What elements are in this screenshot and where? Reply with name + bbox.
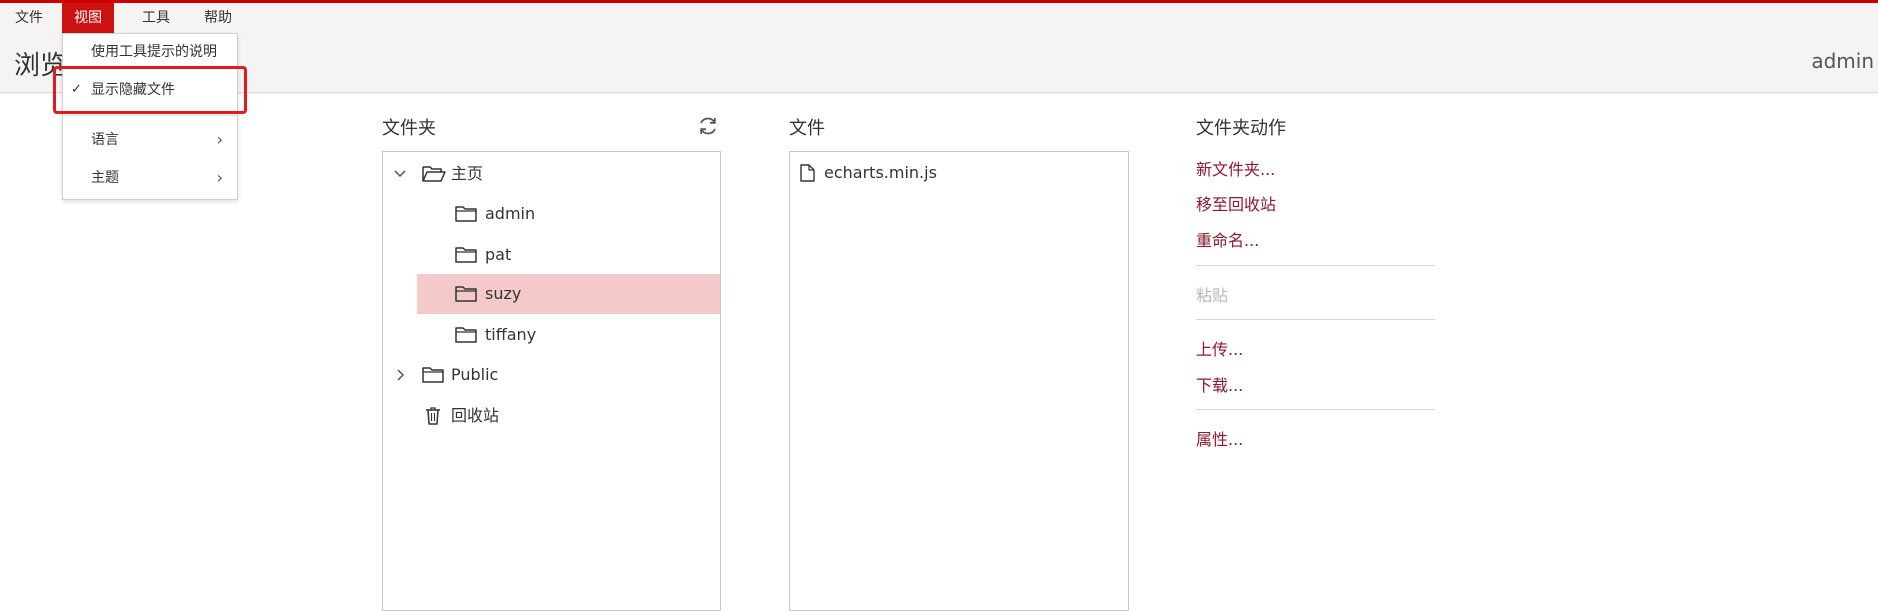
- chevron-down-icon[interactable]: [394, 169, 406, 179]
- menu-item-tooltip-help[interactable]: 使用工具提示的说明: [63, 35, 237, 69]
- tree-item-public[interactable]: Public: [383, 355, 720, 395]
- chevron-right-icon[interactable]: [396, 369, 404, 381]
- folder-tree: 主页 admin pat suzy tiffany Public 回收站: [382, 151, 721, 611]
- tree-item-label: suzy: [485, 284, 522, 303]
- tree-item-tiffany[interactable]: tiffany: [417, 315, 720, 355]
- menu-file[interactable]: 文件: [3, 3, 55, 33]
- action-move-to-trash[interactable]: 移至回收站: [1196, 191, 1276, 215]
- chevron-right-icon: ›: [216, 168, 223, 187]
- action-divider: [1196, 319, 1435, 320]
- tree-item-trash[interactable]: 回收站: [383, 396, 720, 436]
- trash-icon: [426, 407, 440, 425]
- folders-panel-title: 文件夹: [382, 118, 436, 139]
- user-menu[interactable]: admin: [1811, 49, 1874, 73]
- action-upload[interactable]: 上传...: [1196, 336, 1243, 360]
- action-new-folder[interactable]: 新文件夹...: [1196, 156, 1275, 180]
- menu-item-label: 使用工具提示的说明: [91, 44, 217, 60]
- files-panel-title: 文件: [789, 118, 825, 139]
- tree-item-label: tiffany: [485, 325, 537, 344]
- folder-icon: [455, 206, 477, 222]
- tree-item-label: 主页: [451, 164, 484, 183]
- menubar: 文件 视图 工具 帮助: [0, 3, 1878, 33]
- folder-icon: [455, 247, 477, 263]
- menu-help[interactable]: 帮助: [192, 3, 244, 33]
- tree-item-label: Public: [451, 365, 499, 384]
- tree-item-home[interactable]: 主页: [383, 154, 720, 194]
- action-properties[interactable]: 属性...: [1196, 426, 1243, 450]
- file-list: [789, 151, 1129, 611]
- tree-item-label: 回收站: [451, 406, 500, 425]
- action-rename[interactable]: 重命名...: [1196, 227, 1259, 251]
- tree-item-pat[interactable]: pat: [417, 235, 720, 275]
- tree-item-label: pat: [485, 245, 512, 264]
- folder-open-icon: [422, 166, 446, 182]
- file-icon: [800, 164, 815, 182]
- menu-item-theme[interactable]: 主题 ›: [63, 161, 237, 195]
- file-name: echarts.min.js: [824, 163, 937, 182]
- view-dropdown-menu: 使用工具提示的说明 ✓ 显示隐藏文件 语言 › 主题 ›: [62, 33, 238, 200]
- chevron-right-icon: ›: [216, 130, 223, 149]
- action-divider: [1196, 409, 1435, 410]
- action-paste: 粘贴: [1196, 286, 1229, 305]
- highlight-annotation-box: [53, 66, 247, 114]
- action-download[interactable]: 下载...: [1196, 372, 1243, 396]
- folder-icon: [422, 367, 444, 383]
- menu-item-language[interactable]: 语言 ›: [63, 123, 237, 157]
- tree-item-label: admin: [485, 204, 536, 223]
- tree-item-suzy[interactable]: suzy: [417, 274, 720, 314]
- menu-item-label: 语言: [91, 132, 119, 148]
- refresh-icon[interactable]: [697, 115, 719, 137]
- action-divider: [1196, 265, 1435, 266]
- menu-item-label: 主题: [91, 170, 119, 186]
- folder-icon: [455, 286, 477, 302]
- actions-panel-title: 文件夹动作: [1196, 118, 1286, 139]
- tree-item-admin[interactable]: admin: [417, 194, 720, 234]
- menu-tools[interactable]: 工具: [130, 3, 182, 33]
- page-header: 浏览 admin: [0, 33, 1878, 93]
- folder-icon: [455, 327, 477, 343]
- menu-divider: [63, 115, 237, 116]
- menu-view[interactable]: 视图: [62, 3, 114, 33]
